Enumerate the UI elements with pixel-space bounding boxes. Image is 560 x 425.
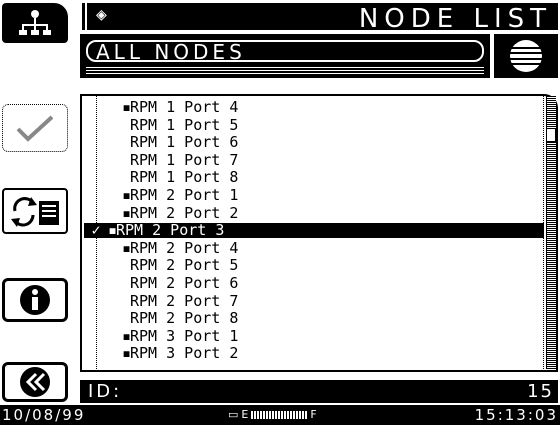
id-bar: ID: 15: [80, 380, 558, 403]
list-item-label: RPM 1 Port 4: [130, 98, 239, 116]
list-item[interactable]: RPM 2 Port 7: [104, 291, 540, 310]
battery-level-bar: [251, 410, 308, 419]
bullet-icon: ▪: [122, 98, 132, 116]
bullet-icon: ▪: [122, 326, 132, 345]
list-item[interactable]: RPM 1 Port 7: [104, 150, 540, 169]
bullet-icon: ▪: [122, 203, 132, 222]
list-item-label: RPM 1 Port 7: [130, 150, 239, 169]
diamond-icon: ◈: [96, 4, 107, 25]
network-tree-icon: [19, 10, 51, 35]
bullet-icon: ▪: [122, 238, 132, 257]
filter-field[interactable]: ALL NODES: [86, 40, 484, 62]
bullet-icon: ▪: [122, 186, 132, 204]
list-item-label: RPM 2 Port 2: [130, 203, 239, 222]
bullet-icon: [122, 276, 130, 291]
scrollbar-thumb[interactable]: [546, 128, 556, 142]
list-item-selected[interactable]: ✓ ▪RPM 2 Port 3: [84, 221, 544, 240]
bullet-icon: [122, 170, 130, 185]
bullet-icon: [122, 258, 130, 273]
filter-stripes: [86, 66, 484, 74]
list-item-label: RPM 1 Port 8: [130, 168, 239, 187]
list-item[interactable]: ▪RPM 1 Port 4: [104, 100, 540, 115]
id-value: 15: [527, 381, 554, 402]
globe-icon: [508, 40, 544, 72]
checkmark-icon: [16, 115, 54, 142]
list-item-label: RPM 2 Port 8: [130, 309, 239, 328]
refresh-document-icon: [11, 197, 59, 227]
filter-selector[interactable]: ALL NODES: [80, 34, 490, 78]
back-button[interactable]: [2, 362, 68, 402]
list-item[interactable]: ▪RPM 2 Port 4: [104, 238, 540, 257]
page-title: NODE LIST: [358, 4, 552, 34]
filter-label: ALL NODES: [96, 40, 246, 64]
confirm-button[interactable]: [2, 104, 68, 152]
double-chevron-left-icon: [20, 367, 50, 397]
list-item[interactable]: RPM 1 Port 6: [104, 135, 540, 150]
list-item[interactable]: ▪RPM 2 Port 1: [104, 188, 540, 203]
list-item-label: RPM 3 Port 1: [130, 326, 239, 345]
bullet-icon: [122, 118, 130, 133]
info-button[interactable]: [2, 278, 68, 322]
list-item-label: RPM 2 Port 7: [130, 291, 239, 310]
list-item-label: RPM 2 Port 3: [116, 221, 225, 240]
battery-full-label: F: [310, 408, 317, 421]
network-button[interactable]: [2, 3, 68, 43]
list-item[interactable]: RPM 2 Port 8: [104, 311, 540, 326]
list-item[interactable]: ▪RPM 3 Port 2: [104, 346, 540, 361]
refresh-button[interactable]: [2, 188, 68, 234]
list-item[interactable]: ▪RPM 3 Port 1: [104, 326, 540, 345]
bullet-icon: [122, 135, 130, 150]
status-date: 10/08/99: [2, 406, 86, 424]
list-item[interactable]: ▪RPM 2 Port 2: [104, 203, 540, 222]
battery-empty-label: E: [241, 408, 249, 421]
battery-indicator: ▭ E F: [228, 408, 317, 421]
list-item-label: RPM 2 Port 4: [130, 238, 239, 257]
list-item[interactable]: RPM 1 Port 5: [104, 115, 540, 134]
title-separator: [80, 3, 87, 30]
list-item[interactable]: RPM 1 Port 8: [104, 170, 540, 185]
id-label: ID:: [88, 381, 123, 402]
bullet-icon: ▪: [122, 344, 132, 363]
bullet-icon: [122, 311, 130, 326]
bullet-icon: [122, 153, 130, 168]
list-item-label: RPM 1 Port 5: [130, 115, 239, 134]
list-item-label: RPM 2 Port 6: [130, 274, 239, 292]
list-item[interactable]: RPM 2 Port 5: [104, 258, 540, 273]
bullet-icon: [122, 294, 130, 309]
check-mark-icon: ✓: [91, 221, 101, 240]
info-icon: [20, 285, 50, 315]
list-item-label: RPM 2 Port 5: [130, 256, 239, 275]
status-bar: 10/08/99 ▭ E F 15:13:03: [0, 405, 560, 425]
list-item-label: RPM 3 Port 2: [130, 344, 239, 363]
status-time: 15:13:03: [474, 406, 558, 424]
battery-icon: ▭: [228, 408, 239, 421]
list-item-label: RPM 2 Port 1: [130, 186, 239, 204]
list-item-label: RPM 1 Port 6: [130, 133, 239, 152]
list-item[interactable]: RPM 2 Port 6: [104, 276, 540, 291]
title-bar: NODE LIST: [80, 3, 558, 34]
bullet-icon: ▪: [108, 221, 118, 240]
globe-button[interactable]: [494, 34, 558, 78]
